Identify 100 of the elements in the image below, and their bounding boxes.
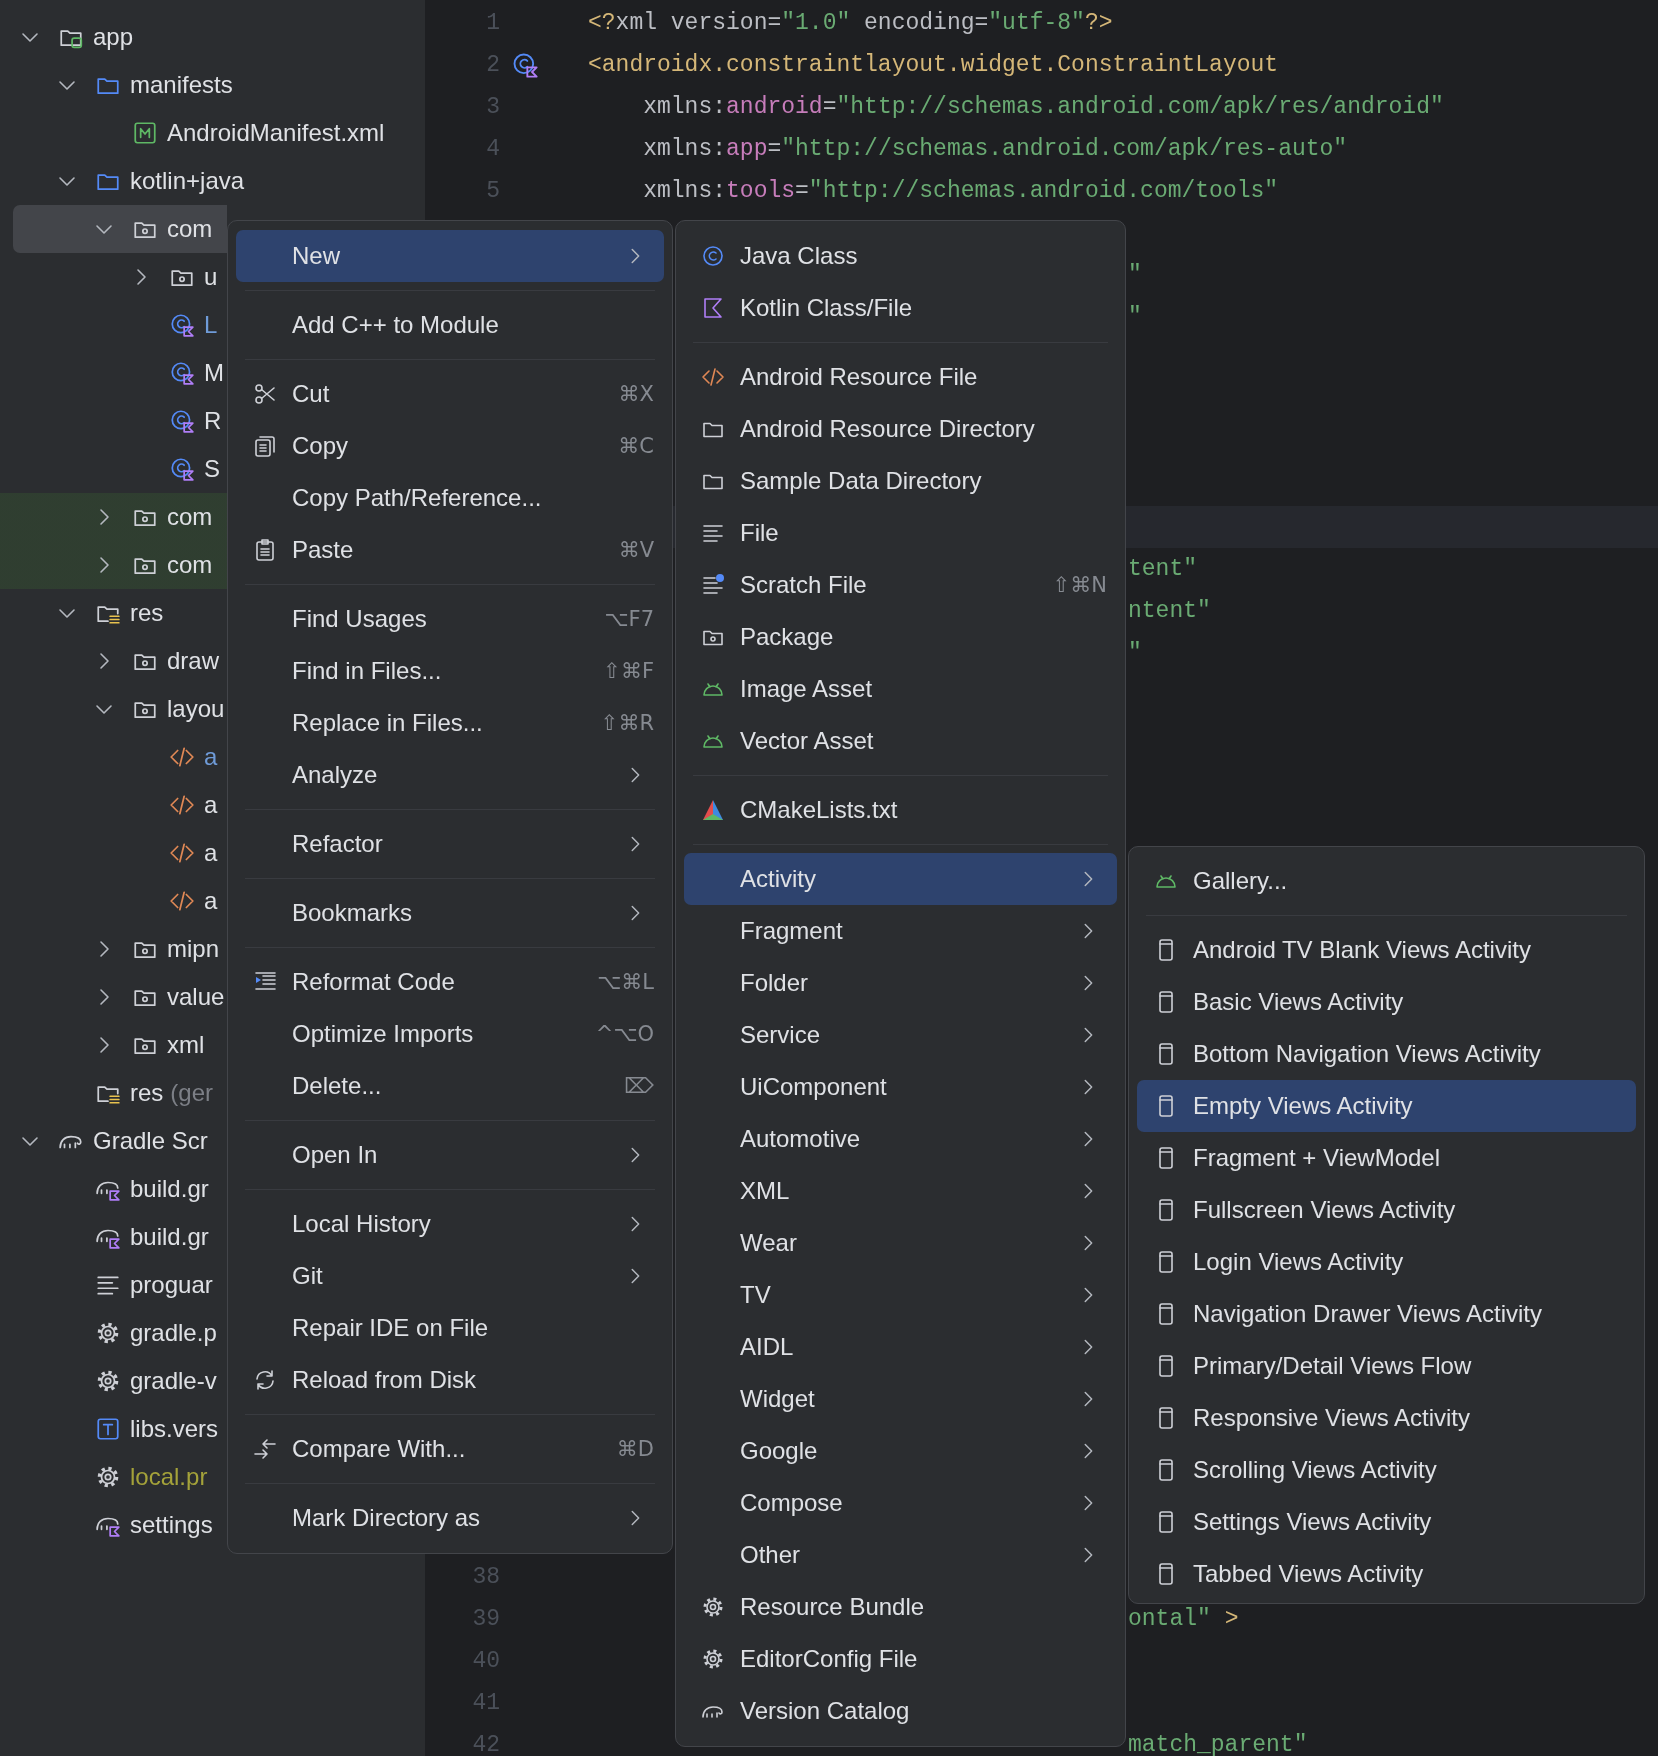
- menu-item[interactable]: Scrolling Views Activity: [1137, 1444, 1636, 1496]
- tree-item[interactable]: local.pr: [0, 1453, 227, 1501]
- menu-item[interactable]: CMakeLists.txt: [684, 784, 1117, 836]
- menu-item[interactable]: Reformat Code ⌥⌘L: [236, 956, 664, 1008]
- tree-item[interactable]: M: [0, 349, 227, 397]
- menu-item[interactable]: Local History: [236, 1198, 664, 1250]
- menu-item[interactable]: Empty Views Activity: [1137, 1080, 1636, 1132]
- menu-item[interactable]: Compare With... ⌘D: [236, 1423, 664, 1475]
- menu-item[interactable]: Repair IDE on File: [236, 1302, 664, 1354]
- tree-item[interactable]: draw: [0, 637, 227, 685]
- menu-item[interactable]: AIDL: [684, 1321, 1117, 1373]
- tree-item[interactable]: proguar: [0, 1261, 227, 1309]
- tree-item[interactable]: L: [0, 301, 227, 349]
- tree-item[interactable]: a: [0, 733, 227, 781]
- tree-item[interactable]: res (ger: [0, 1069, 227, 1117]
- tree-item[interactable]: kotlin+java: [0, 157, 245, 205]
- menu-item[interactable]: Package: [684, 611, 1117, 663]
- menu-item[interactable]: UiComponent: [684, 1061, 1117, 1113]
- menu-item[interactable]: Wear: [684, 1217, 1117, 1269]
- menu-item[interactable]: Copy Path/Reference...: [236, 472, 664, 524]
- tree-item[interactable]: xml: [0, 1021, 227, 1069]
- menu-item[interactable]: Open In: [236, 1129, 664, 1181]
- menu-item[interactable]: File: [684, 507, 1117, 559]
- menu-item[interactable]: Refactor: [236, 818, 664, 870]
- menu-item[interactable]: Resource Bundle: [684, 1581, 1117, 1633]
- menu-item[interactable]: Reload from Disk: [236, 1354, 664, 1406]
- tree-item[interactable]: manifests: [0, 61, 233, 109]
- tree-item[interactable]: res: [0, 589, 227, 637]
- menu-item[interactable]: Find Usages ⌥F7: [236, 593, 664, 645]
- menu-item[interactable]: Vector Asset: [684, 715, 1117, 767]
- tree-item[interactable]: layou: [0, 685, 227, 733]
- menu-item[interactable]: Bookmarks: [236, 887, 664, 939]
- tree-item[interactable]: R: [0, 397, 227, 445]
- menu-item[interactable]: Delete... ⌦: [236, 1060, 664, 1112]
- menu-item[interactable]: Responsive Views Activity: [1137, 1392, 1636, 1444]
- tree-item[interactable]: settings: [0, 1501, 227, 1549]
- menu-item[interactable]: Image Asset: [684, 663, 1117, 715]
- menu-item[interactable]: Google: [684, 1425, 1117, 1477]
- gear-icon: [95, 1368, 121, 1394]
- tree-item[interactable]: com: [0, 541, 227, 589]
- menu-item[interactable]: Fragment: [684, 905, 1117, 957]
- menu-item[interactable]: Kotlin Class/File: [684, 282, 1117, 334]
- menu-item[interactable]: Basic Views Activity: [1137, 976, 1636, 1028]
- code-line: xmlns:app="http://schemas.android.com/apk/res-auto": [642, 136, 1348, 162]
- menu-item[interactable]: Compose: [684, 1477, 1117, 1529]
- menu-item[interactable]: Bottom Navigation Views Activity: [1137, 1028, 1636, 1080]
- menu-item[interactable]: Version Catalog: [684, 1685, 1117, 1737]
- tree-item[interactable]: com: [0, 493, 227, 541]
- menu-item[interactable]: Settings Views Activity: [1137, 1496, 1636, 1548]
- menu-item[interactable]: Mark Directory as: [236, 1492, 664, 1544]
- menu-item[interactable]: XML: [684, 1165, 1117, 1217]
- menu-item[interactable]: Gallery...: [1137, 855, 1636, 907]
- tree-item[interactable]: mipn: [0, 925, 227, 973]
- menu-item[interactable]: Other: [684, 1529, 1117, 1581]
- menu-item[interactable]: Automotive: [684, 1113, 1117, 1165]
- tree-item[interactable]: gradle-v: [0, 1357, 227, 1405]
- tree-item[interactable]: app: [0, 13, 227, 61]
- tree-item[interactable]: S: [0, 445, 227, 493]
- menu-item[interactable]: Android Resource File: [684, 351, 1117, 403]
- tree-item[interactable]: build.gr: [0, 1165, 227, 1213]
- tree-item[interactable]: Gradle Scr: [0, 1117, 227, 1165]
- menu-item[interactable]: Sample Data Directory: [684, 455, 1117, 507]
- menu-item[interactable]: Login Views Activity: [1137, 1236, 1636, 1288]
- menu-item[interactable]: EditorConfig File: [684, 1633, 1117, 1685]
- tree-item[interactable]: a: [0, 781, 227, 829]
- menu-item[interactable]: Add C++ to Module: [236, 299, 664, 351]
- tree-item[interactable]: value: [0, 973, 227, 1021]
- menu-item[interactable]: Copy ⌘C: [236, 420, 664, 472]
- menu-item[interactable]: Replace in Files... ⇧⌘R: [236, 697, 664, 749]
- menu-item[interactable]: Android TV Blank Views Activity: [1137, 924, 1636, 976]
- menu-item[interactable]: Optimize Imports ^⌥O: [236, 1008, 664, 1060]
- menu-item[interactable]: Primary/Detail Views Flow: [1137, 1340, 1636, 1392]
- menu-item[interactable]: Find in Files... ⇧⌘F: [236, 645, 664, 697]
- tree-item[interactable]: AndroidManifest.xml: [0, 109, 385, 157]
- menu-item[interactable]: Android Resource Directory: [684, 403, 1117, 455]
- tree-item[interactable]: a: [0, 829, 227, 877]
- menu-item[interactable]: Git: [236, 1250, 664, 1302]
- tree-item[interactable]: a: [0, 877, 227, 925]
- menu-item[interactable]: Folder: [684, 957, 1117, 1009]
- code-line: <androidx.constraintlayout.widget.ConstraintLayout: [588, 52, 1279, 78]
- tree-item[interactable]: u: [0, 253, 227, 301]
- menu-item[interactable]: Widget: [684, 1373, 1117, 1425]
- menu-item[interactable]: Java Class: [684, 230, 1117, 282]
- menu-item[interactable]: Fullscreen Views Activity: [1137, 1184, 1636, 1236]
- menu-item[interactable]: New: [236, 230, 664, 282]
- tree-item[interactable]: build.gr: [0, 1213, 227, 1261]
- menu-item[interactable]: TV: [684, 1269, 1117, 1321]
- menu-item[interactable]: Analyze: [236, 749, 664, 801]
- menu-item[interactable]: Service: [684, 1009, 1117, 1061]
- menu-item[interactable]: Cut ⌘X: [236, 368, 664, 420]
- menu-item[interactable]: Navigation Drawer Views Activity: [1137, 1288, 1636, 1340]
- tree-item[interactable]: com: [13, 205, 227, 253]
- menu-item[interactable]: Fragment + ViewModel: [1137, 1132, 1636, 1184]
- code-line: match_parent": [1128, 1732, 1308, 1756]
- menu-item[interactable]: Activity: [684, 853, 1117, 905]
- menu-item[interactable]: Tabbed Views Activity: [1137, 1548, 1636, 1600]
- tree-item[interactable]: gradle.p: [0, 1309, 227, 1357]
- tree-item[interactable]: libs.vers: [0, 1405, 227, 1453]
- menu-item[interactable]: Scratch File ⇧⌘N: [684, 559, 1117, 611]
- menu-item[interactable]: Paste ⌘V: [236, 524, 664, 576]
